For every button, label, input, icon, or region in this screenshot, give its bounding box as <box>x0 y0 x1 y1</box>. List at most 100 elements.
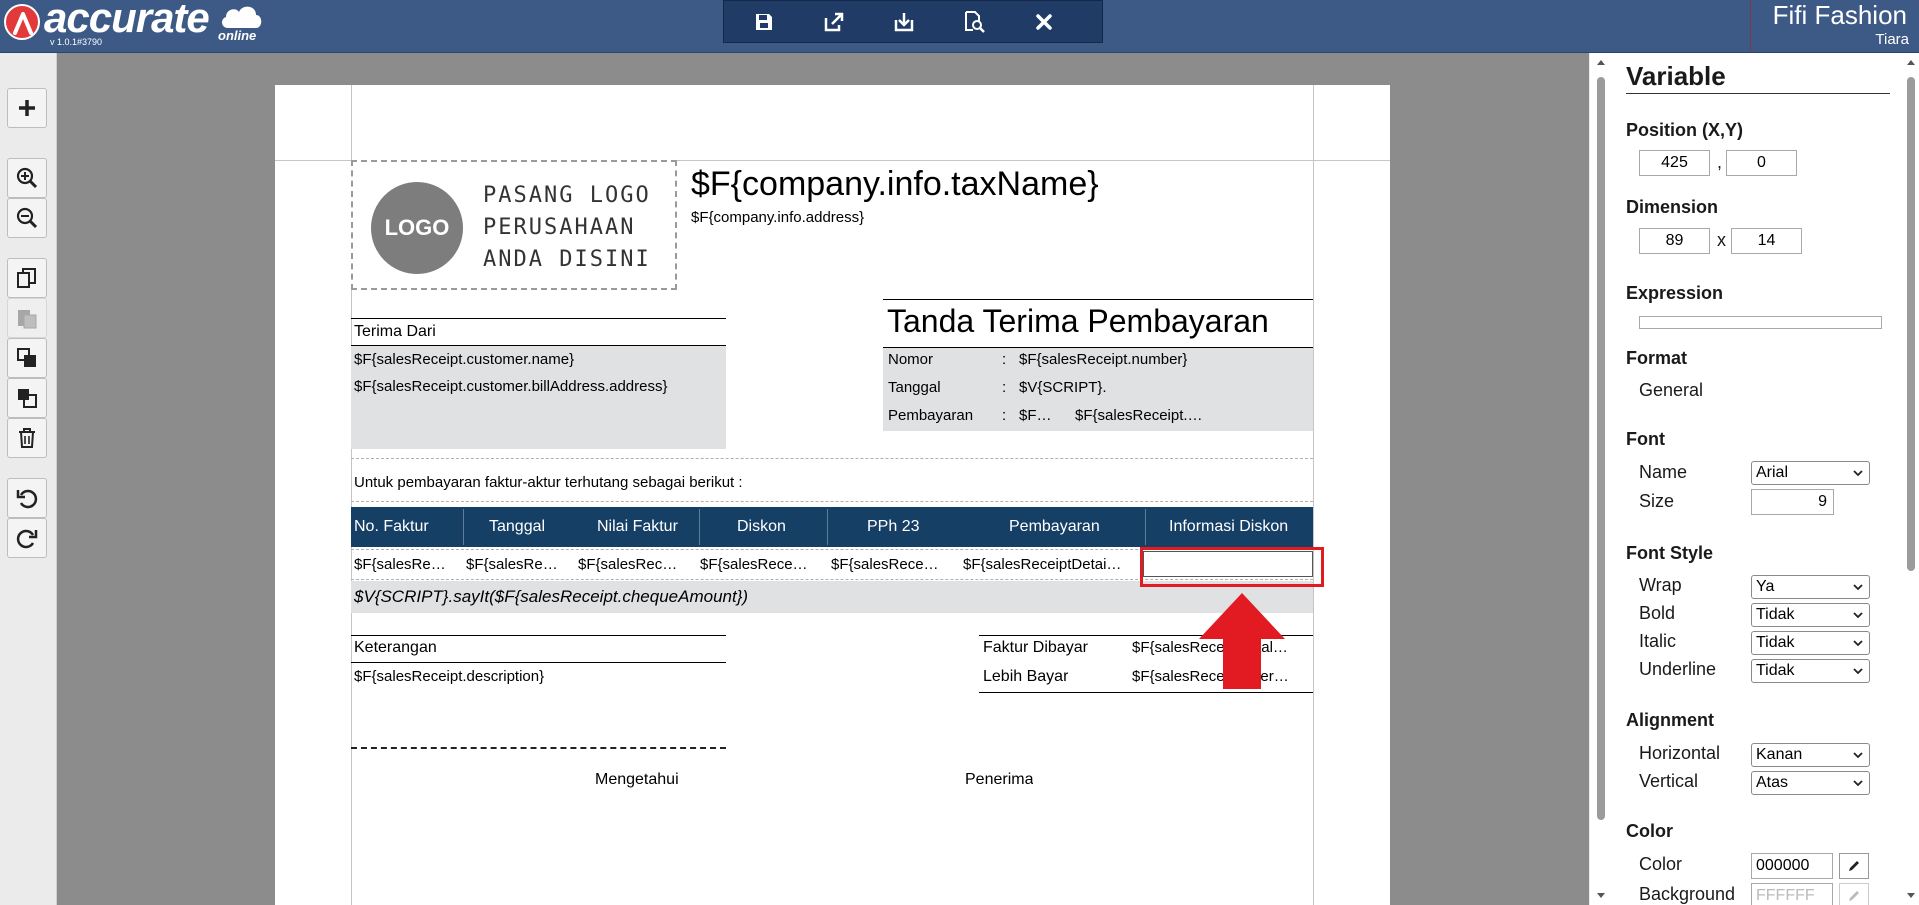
summary-label[interactable]: Lebih Bayar <box>983 668 1068 686</box>
column-header[interactable]: No. Faktur <box>354 507 429 547</box>
save-button[interactable] <box>749 7 779 37</box>
zoom-out-button[interactable] <box>7 198 47 238</box>
table-cell[interactable]: $F{salesRece… <box>700 556 825 573</box>
preview-icon <box>965 11 985 33</box>
bring-front-icon <box>17 348 36 367</box>
column-header[interactable]: Tanggal <box>489 507 545 547</box>
table-cell[interactable]: $F{salesRe… <box>466 556 574 573</box>
zoom-in-button[interactable] <box>7 158 47 198</box>
properties-panel: Variable Position (X,Y) 425 , 0 Dimensio… <box>1590 53 1919 905</box>
alignment-label: Alignment <box>1626 710 1714 730</box>
column-header[interactable]: Pembayaran <box>1009 507 1100 547</box>
info-value-pembayaran[interactable]: $F… <box>1019 407 1052 424</box>
horizontal-align-select[interactable]: Kanan <box>1751 743 1870 767</box>
scroll-up-icon[interactable] <box>1905 57 1917 67</box>
divider <box>351 662 726 663</box>
export-button[interactable] <box>819 7 849 37</box>
format-value[interactable]: General <box>1639 380 1703 401</box>
column-header[interactable]: Informasi Diskon <box>1169 507 1288 547</box>
font-size-input[interactable]: 9 <box>1751 489 1834 515</box>
font-name-select[interactable]: Arial <box>1751 461 1870 485</box>
wrap-select[interactable]: Ya <box>1751 575 1870 599</box>
scrollbar-thumb[interactable] <box>1907 77 1915 571</box>
intro-text[interactable]: Untuk pembayaran faktur-aktur terhutang … <box>354 474 743 491</box>
column-header[interactable]: Diskon <box>737 507 786 547</box>
delete-button[interactable] <box>7 418 47 458</box>
close-button[interactable] <box>1029 7 1059 37</box>
chevron-down-icon <box>1853 584 1863 591</box>
background-picker-button[interactable] <box>1839 883 1869 905</box>
info-label-tanggal[interactable]: Tanggal <box>888 379 941 396</box>
info-value-nomor[interactable]: $F{salesReceipt.number} <box>1019 351 1187 368</box>
design-canvas[interactable]: LOGO PASANG LOGO PERUSAHAAN ANDA DISINI … <box>57 53 1589 905</box>
table-cell[interactable]: $F{salesRece… <box>831 556 957 573</box>
scroll-down-icon[interactable] <box>1905 891 1917 901</box>
dimension-width-input[interactable]: 89 <box>1639 228 1710 254</box>
table-cell[interactable]: $F{salesReceiptDetai… <box>963 556 1137 573</box>
pencil-icon <box>1849 861 1859 871</box>
background-input[interactable]: FFFFFF <box>1751 883 1833 905</box>
dimension-height-input[interactable]: 14 <box>1731 228 1802 254</box>
vertical-label: Vertical <box>1639 771 1699 791</box>
bold-select[interactable]: Tidak <box>1751 603 1870 627</box>
expression-input[interactable] <box>1639 316 1882 329</box>
column-header[interactable]: Nilai Faktur <box>597 507 678 547</box>
doc-title[interactable]: Tanda Terima Pembayaran <box>887 303 1269 340</box>
color-picker-button[interactable] <box>1839 853 1869 879</box>
terima-dari-label[interactable]: Terima Dari <box>354 323 436 341</box>
send-back-button[interactable] <box>7 378 47 418</box>
brand-logo[interactable]: accurate online v 1.0.1#3790 <box>0 0 270 52</box>
color-section-label: Color <box>1626 821 1673 841</box>
redo-button[interactable] <box>7 518 47 558</box>
undo-button[interactable] <box>7 478 47 518</box>
scrollbar-thumb[interactable] <box>1597 77 1605 820</box>
pencil-icon <box>1849 891 1859 901</box>
scroll-up-icon[interactable] <box>1595 57 1607 67</box>
italic-select[interactable]: Tidak <box>1751 631 1870 655</box>
paste-button[interactable] <box>7 298 47 338</box>
report-page[interactable]: LOGO PASANG LOGO PERUSAHAAN ANDA DISINI … <box>275 85 1390 905</box>
chevron-down-icon <box>1853 640 1863 647</box>
add-element-button[interactable] <box>7 88 47 128</box>
info-value-tanggal[interactable]: $V{SCRIPT}. <box>1019 379 1107 396</box>
table-cell[interactable]: $F{salesRec… <box>578 556 694 573</box>
penerima-label[interactable]: Penerima <box>965 771 1033 789</box>
signature-line <box>351 747 726 749</box>
scroll-down-icon[interactable] <box>1595 891 1607 901</box>
user-name[interactable]: Tiara <box>1875 31 1909 48</box>
company-address-field[interactable]: $F{company.info.address} <box>691 209 864 226</box>
table-cell[interactable]: $F{salesRe… <box>354 556 462 573</box>
band-divider <box>351 458 1313 459</box>
info-label-nomor[interactable]: Nomor <box>888 351 933 368</box>
background-label: Background <box>1639 884 1736 904</box>
logo-placeholder[interactable]: LOGO PASANG LOGO PERUSAHAAN ANDA DISINI <box>351 160 677 290</box>
import-button[interactable] <box>889 7 919 37</box>
table-header: No. Faktur Tanggal Nilai Faktur Diskon P… <box>351 507 1313 547</box>
say-it-field[interactable]: $V{SCRIPT}.sayIt($F{salesReceipt.chequeA… <box>354 587 748 607</box>
column-header[interactable]: PPh 23 <box>867 507 919 547</box>
export-icon <box>824 12 844 32</box>
preview-button[interactable] <box>959 7 989 37</box>
font-style-label: Font Style <box>1626 543 1714 563</box>
delete-icon <box>19 428 35 448</box>
info-value-pembayaran-2[interactable]: $F{salesReceipt.… <box>1075 407 1203 424</box>
info-label-pembayaran[interactable]: Pembayaran <box>888 407 973 424</box>
brand-mark-icon <box>4 4 40 40</box>
position-y-input[interactable]: 0 <box>1726 150 1797 176</box>
company-tax-name-field[interactable]: $F{company.info.taxName} <box>691 165 1099 204</box>
color-label: Color <box>1639 854 1683 874</box>
underline-select[interactable]: Tidak <box>1751 659 1870 683</box>
summary-label[interactable]: Faktur Dibayar <box>983 639 1088 657</box>
keterangan-field[interactable]: $F{salesReceipt.description} <box>354 668 544 685</box>
vertical-align-select[interactable]: Atas <box>1751 771 1870 795</box>
copy-button[interactable] <box>7 258 47 298</box>
customer-name-field[interactable]: $F{salesReceipt.customer.name} <box>354 351 574 368</box>
mengetahui-label[interactable]: Mengetahui <box>595 771 679 789</box>
company-name[interactable]: Fifi Fashion <box>1773 0 1907 31</box>
color-input[interactable]: 000000 <box>1751 853 1833 879</box>
customer-address-field[interactable]: $F{salesReceipt.customer.billAddress.add… <box>354 378 668 395</box>
bring-front-button[interactable] <box>7 338 47 378</box>
position-x-input[interactable]: 425 <box>1639 150 1710 176</box>
keterangan-label[interactable]: Keterangan <box>354 639 437 657</box>
divider <box>827 509 828 545</box>
